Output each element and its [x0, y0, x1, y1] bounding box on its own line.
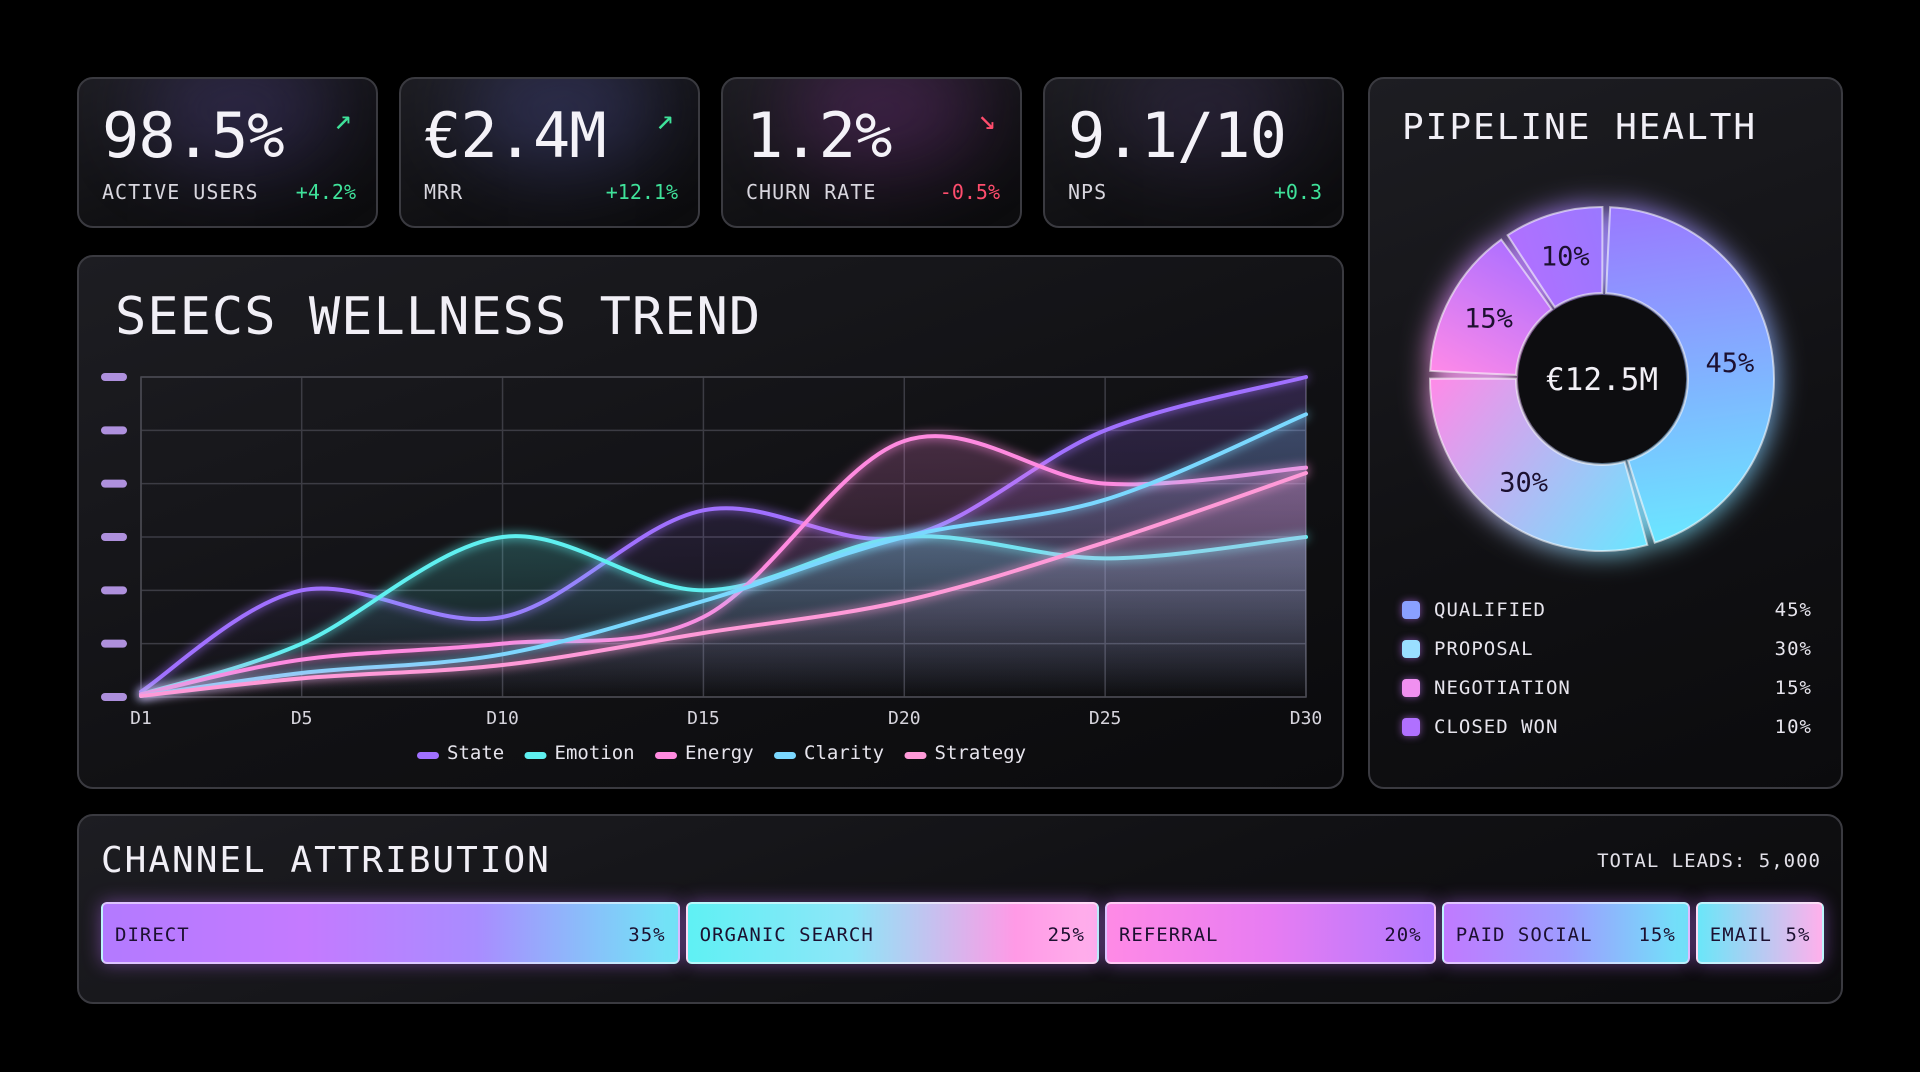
legend-label: State: [447, 742, 504, 764]
donut-center-value: €12.5M: [1546, 362, 1658, 398]
channel-segment-email[interactable]: EMAIL 5%: [1695, 902, 1825, 964]
donut-segment-label: 10%: [1541, 241, 1590, 272]
y-axis-marker: [101, 693, 127, 701]
trend-up-icon: ↗: [655, 102, 674, 137]
legend-label: Energy: [685, 742, 754, 764]
kpi-value: 9.1/10: [1068, 99, 1287, 172]
legend-percent: 45%: [1774, 599, 1812, 621]
x-tick-label: D30: [1290, 708, 1323, 729]
y-axis-marker: [101, 479, 127, 488]
kpi-value: 1.2%: [746, 99, 892, 172]
channel-percent: 5%: [1785, 924, 1811, 946]
donut-segment-label: 15%: [1464, 304, 1513, 335]
x-tick-label: D15: [687, 708, 720, 729]
kpi-card-nps[interactable]: 9.1/10 NPS +0.3: [1043, 77, 1344, 228]
legend-label: Strategy: [935, 742, 1027, 764]
chart-title: SEECS WELLNESS TREND: [115, 287, 762, 347]
trend-down-icon: ↘: [977, 102, 996, 137]
legend-label: Clarity: [804, 742, 884, 764]
kpi-value: €2.4M: [424, 99, 607, 172]
kpi-card-active-users[interactable]: 98.5% ↗ ACTIVE USERS +4.2%: [77, 77, 378, 228]
x-tick-label: D20: [888, 708, 921, 729]
x-tick-label: D10: [486, 708, 519, 729]
kpi-delta: -0.5%: [939, 180, 1000, 204]
legend-swatch: [1402, 718, 1420, 736]
legend-item-energy[interactable]: Energy: [655, 742, 754, 764]
legend-row-closed-won[interactable]: CLOSED WON 10%: [1402, 714, 1812, 744]
kpi-label: NPS: [1068, 180, 1108, 204]
legend-row-negotiation[interactable]: NEGOTIATION 15%: [1402, 675, 1812, 705]
channel-segment-direct[interactable]: DIRECT 35%: [101, 902, 680, 964]
legend-swatch: [904, 752, 927, 759]
trend-up-icon: ↗: [333, 102, 352, 137]
legend-label: PROPOSAL: [1434, 638, 1534, 660]
channel-percent: 15%: [1638, 924, 1676, 946]
channel-label: PAID SOCIAL: [1455, 924, 1593, 946]
legend-label: QUALIFIED: [1434, 599, 1546, 621]
channel-label: EMAIL: [1709, 924, 1772, 946]
legend-swatch: [524, 752, 547, 759]
pipeline-health-card: PIPELINE HEALTH 45% 30% 15% 10% €12.5M QUALI…: [1368, 77, 1843, 789]
total-leads: TOTAL LEADS: 5,000: [1597, 850, 1821, 872]
channel-percent: 25%: [1047, 924, 1085, 946]
legend-item-strategy[interactable]: Strategy: [904, 742, 1027, 764]
x-tick-label: D25: [1089, 708, 1122, 729]
legend-item-emotion[interactable]: Emotion: [524, 742, 635, 764]
legend-swatch: [1402, 679, 1420, 697]
legend-swatch: [774, 752, 796, 759]
kpi-card-mrr[interactable]: €2.4M ↗ MRR +12.1%: [399, 77, 700, 228]
channel-segment-paid-social[interactable]: PAID SOCIAL 15%: [1441, 902, 1690, 964]
legend-percent: 30%: [1774, 638, 1812, 660]
kpi-delta: +12.1%: [605, 180, 678, 204]
kpi-label: CHURN RATE: [746, 180, 877, 204]
legend-swatch: [1402, 640, 1420, 658]
channel-title: CHANNEL ATTRIBUTION: [101, 840, 551, 881]
legend-swatch: [655, 752, 677, 759]
legend-label: CLOSED WON: [1434, 716, 1559, 738]
kpi-value: 98.5%: [102, 99, 285, 172]
kpi-card-churn-rate[interactable]: 1.2% ↘ CHURN RATE -0.5%: [721, 77, 1022, 228]
channel-percent: 20%: [1384, 924, 1422, 946]
legend-percent: 15%: [1774, 677, 1812, 699]
legend-percent: 10%: [1774, 716, 1812, 738]
channel-attribution-card: CHANNEL ATTRIBUTION TOTAL LEADS: 5,000 D…: [77, 814, 1843, 1004]
x-tick-label: D5: [291, 708, 313, 729]
legend-row-qualified[interactable]: QUALIFIED 45%: [1402, 597, 1812, 627]
y-axis-marker: [101, 373, 127, 381]
chart-legend: State Emotion Energy Clarity Strategy: [417, 742, 1026, 764]
donut-segment-label: 45%: [1705, 348, 1754, 379]
channel-label: REFERRAL: [1118, 924, 1219, 946]
donut-segment-label: 30%: [1499, 467, 1548, 498]
kpi-delta: +0.3: [1273, 180, 1322, 204]
channel-label: ORGANIC SEARCH: [699, 924, 874, 946]
y-axis-marker: [101, 639, 127, 648]
wellness-trend-card: D1 D5 D10 D15 D20 D25 D30 State Emotion Energy Cla…: [77, 255, 1344, 789]
legend-label: NEGOTIATION: [1434, 677, 1571, 699]
channel-label: DIRECT: [115, 924, 190, 946]
legend-swatch: [417, 752, 439, 759]
legend-swatch: [1402, 601, 1420, 619]
x-axis-ticks: D1 D5 D10 D15 D20 D25 D30: [130, 708, 1322, 729]
channel-percent: 35%: [628, 924, 666, 946]
legend-label: Emotion: [555, 742, 635, 764]
channel-segment-referral[interactable]: REFERRAL 20%: [1104, 902, 1436, 964]
kpi-label: MRR: [424, 180, 464, 204]
y-axis-marker: [101, 533, 127, 541]
legend-row-proposal[interactable]: PROPOSAL 30%: [1402, 636, 1812, 666]
kpi-delta: +4.2%: [295, 180, 356, 204]
legend-item-clarity[interactable]: Clarity: [774, 742, 884, 764]
channel-segment-organic-search[interactable]: ORGANIC SEARCH 25%: [685, 902, 1099, 964]
kpi-label: ACTIVE USERS: [102, 180, 259, 204]
legend-item-state[interactable]: State: [417, 742, 504, 764]
y-axis-marker: [101, 426, 127, 435]
y-axis-marker: [101, 586, 127, 595]
x-tick-label: D1: [130, 708, 152, 729]
